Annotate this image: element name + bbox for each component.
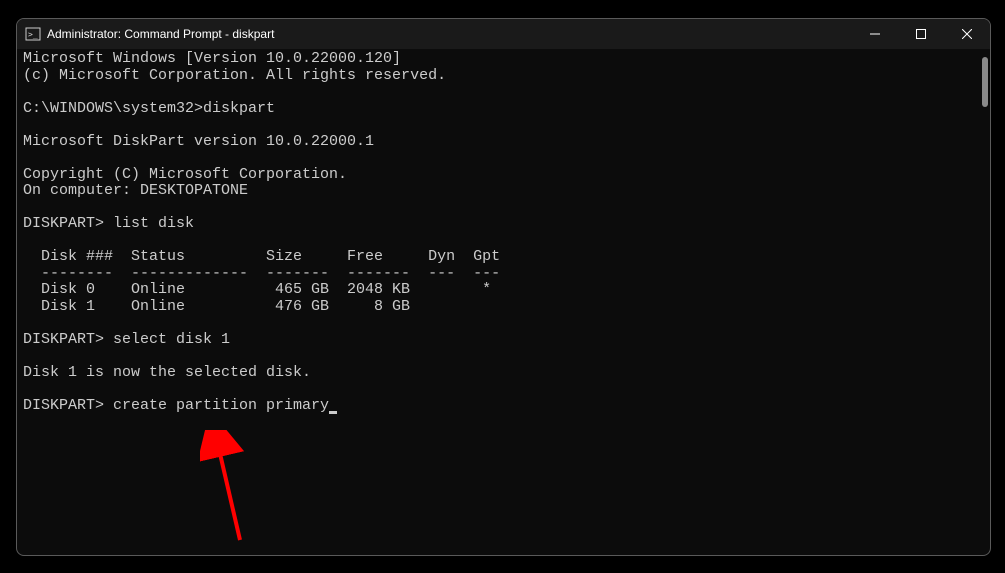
cursor <box>329 411 337 414</box>
svg-text:>_: >_ <box>28 30 38 39</box>
output-line: -------- ------------- ------- ------- -… <box>23 265 500 282</box>
output-line: Microsoft Windows [Version 10.0.22000.12… <box>23 50 401 67</box>
output-line: DISKPART> select disk 1 <box>23 331 230 348</box>
window-controls <box>852 19 990 49</box>
command-prompt-window: >_ Administrator: Command Prompt - diskp… <box>16 18 991 556</box>
window-title: Administrator: Command Prompt - diskpart <box>47 27 852 41</box>
output-line: DISKPART> create partition primary <box>23 397 329 414</box>
maximize-button[interactable] <box>898 19 944 49</box>
terminal-output[interactable]: Microsoft Windows [Version 10.0.22000.12… <box>17 49 990 555</box>
minimize-button[interactable] <box>852 19 898 49</box>
titlebar[interactable]: >_ Administrator: Command Prompt - diskp… <box>17 19 990 49</box>
output-line: Disk ### Status Size Free Dyn Gpt <box>23 248 500 265</box>
output-line: Disk 1 Online 476 GB 8 GB <box>23 298 410 315</box>
output-line: Disk 1 is now the selected disk. <box>23 364 311 381</box>
output-line: On computer: DESKTOPATONE <box>23 182 248 199</box>
scrollbar-thumb[interactable] <box>982 57 988 107</box>
output-line: Disk 0 Online 465 GB 2048 KB * <box>23 281 491 298</box>
output-line: Copyright (C) Microsoft Corporation. <box>23 166 347 183</box>
output-line: (c) Microsoft Corporation. All rights re… <box>23 67 446 84</box>
output-line: Microsoft DiskPart version 10.0.22000.1 <box>23 133 374 150</box>
output-line: C:\WINDOWS\system32>diskpart <box>23 100 275 117</box>
close-button[interactable] <box>944 19 990 49</box>
output-line: DISKPART> list disk <box>23 215 194 232</box>
cmd-icon: >_ <box>25 26 41 42</box>
